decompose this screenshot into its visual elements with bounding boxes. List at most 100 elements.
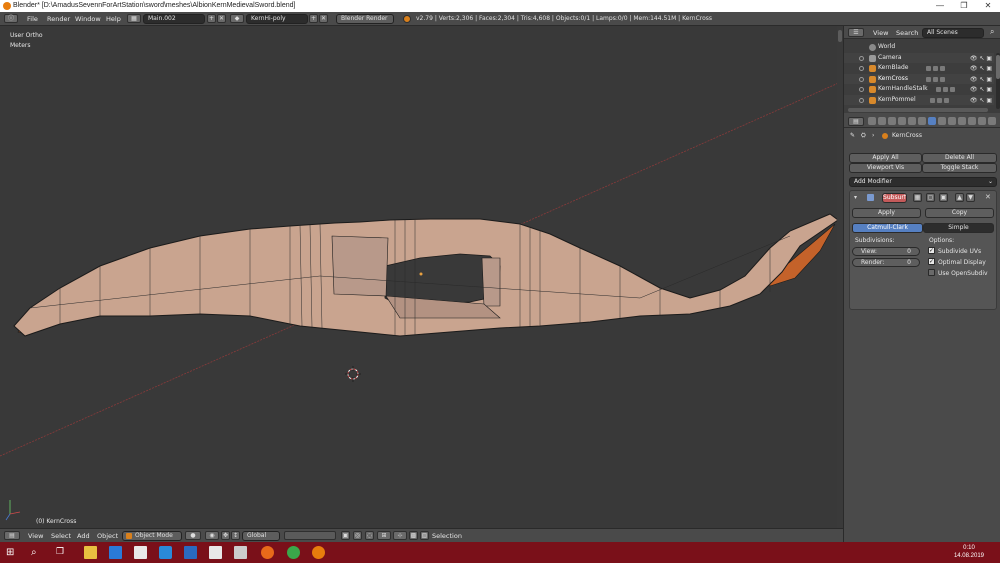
world-tab-icon[interactable] xyxy=(898,117,906,125)
modifier-name-field[interactable]: Subsurf xyxy=(882,193,907,203)
simple-toggle[interactable]: Simple xyxy=(923,223,994,233)
menu-view[interactable]: View xyxy=(28,532,43,540)
outliner-item-kerncross[interactable]: KernCross 👁 ↖ ▣ xyxy=(844,73,994,84)
constraints-tab-icon[interactable] xyxy=(918,117,926,125)
modifier-apply-button[interactable]: Apply xyxy=(852,208,921,218)
proportional-falloff-icon[interactable]: ◌ xyxy=(365,531,374,540)
search-icon[interactable]: ⌕ xyxy=(31,546,44,559)
delete-scene-icon[interactable]: ✕ xyxy=(319,14,328,23)
particles-tab-icon[interactable] xyxy=(968,117,976,125)
menu-render[interactable]: Render xyxy=(47,15,70,23)
task-view-icon[interactable]: ❐ xyxy=(56,546,69,559)
expand-icon[interactable] xyxy=(859,97,864,103)
outliner-display-mode-select[interactable]: All Scenes xyxy=(922,28,984,38)
outliner-item-camera[interactable]: Camera 👁 ↖ ▣ xyxy=(844,52,994,63)
snap-toggle-icon[interactable]: ⊞ xyxy=(377,531,391,540)
show-in-viewport-icon[interactable]: ▢ xyxy=(926,193,935,202)
delete-all-button[interactable]: Delete All xyxy=(922,153,997,163)
scene-field[interactable]: KernHi-poly xyxy=(246,14,308,24)
pin-icon[interactable]: ✎ xyxy=(850,129,855,143)
screen-layout-field[interactable]: Main.002 xyxy=(143,14,205,24)
viewport-canvas[interactable] xyxy=(0,26,843,528)
outliner-scrollbar[interactable] xyxy=(996,53,1000,109)
edge-icon[interactable] xyxy=(159,546,172,559)
menu-add[interactable]: Add xyxy=(77,532,90,540)
xbox-icon[interactable] xyxy=(287,546,300,559)
physics-tab-icon[interactable] xyxy=(978,117,986,125)
menu-select[interactable]: Select xyxy=(51,532,71,540)
subdivide-uvs-checkbox[interactable]: ✓ xyxy=(928,247,935,254)
outliner-scroll-thumb[interactable] xyxy=(996,55,1000,79)
outliner-horizontal-scrollbar[interactable] xyxy=(848,108,988,112)
viewport-vis-button[interactable]: Viewport Vis xyxy=(849,163,922,173)
expand-icon[interactable] xyxy=(859,76,864,82)
mode-select[interactable]: Object Mode xyxy=(122,531,182,541)
start-button[interactable]: ⊞ xyxy=(6,546,19,559)
outliner-search-icon[interactable]: ⌕ xyxy=(990,27,994,37)
menu-help[interactable]: Help xyxy=(106,15,121,23)
render-layers-tab-icon[interactable] xyxy=(878,117,886,125)
translate-icon[interactable]: ↕ xyxy=(231,531,240,540)
outliner-item-world[interactable]: World xyxy=(844,42,994,53)
blender-taskbar-icon[interactable] xyxy=(312,546,325,559)
outliner-editor-type-icon[interactable]: ☰ xyxy=(848,28,864,37)
editor-type-icon[interactable]: ⓘ xyxy=(4,14,18,23)
show-in-editmode-icon[interactable]: ▦ xyxy=(913,193,922,202)
layer-lock-icon[interactable]: ▣ xyxy=(341,531,350,540)
menu-file[interactable]: File xyxy=(27,15,38,23)
render-levels-field[interactable]: Render: 0 xyxy=(852,258,920,267)
opengl-anim-icon[interactable]: ▧ xyxy=(420,531,429,540)
visibility-toggles[interactable]: 👁 ↖ ▣ xyxy=(970,96,992,107)
file-explorer-icon[interactable] xyxy=(84,546,97,559)
data-tab-icon[interactable] xyxy=(938,117,946,125)
view-levels-field[interactable]: View: 0 xyxy=(852,247,920,256)
optimal-display-checkbox[interactable]: ✓ xyxy=(928,258,935,265)
pivot-point-icon[interactable]: ◉ xyxy=(205,531,219,540)
scene-icon[interactable]: ◆ xyxy=(230,14,244,23)
store-icon[interactable] xyxy=(134,546,147,559)
menu-object[interactable]: Object xyxy=(97,532,118,540)
outliner-menu-view[interactable]: View xyxy=(873,29,888,37)
outliner-menu-search[interactable]: Search xyxy=(896,29,918,37)
delete-layout-icon[interactable]: ✕ xyxy=(217,14,226,23)
expand-icon[interactable] xyxy=(859,87,864,92)
render-tab-icon[interactable] xyxy=(868,117,876,125)
show-in-render-icon[interactable]: ▣ xyxy=(939,193,948,202)
use-opensubdiv-checkbox[interactable] xyxy=(928,269,935,276)
calculator-icon[interactable] xyxy=(234,546,247,559)
render-engine-select[interactable]: Blender Render xyxy=(336,14,394,24)
outliner-item-kernhandlestalk[interactable]: KernHandleStalk 👁 ↖ ▣ xyxy=(844,84,994,95)
properties-editor-type-icon[interactable]: ▤ xyxy=(848,117,864,126)
material-tab-icon[interactable] xyxy=(948,117,956,125)
add-modifier-menu[interactable]: Add Modifier ⌄ xyxy=(849,177,997,187)
tool-shelf-toggle[interactable] xyxy=(838,30,842,42)
scene-props-tab-icon[interactable] xyxy=(988,117,996,125)
maximize-button[interactable]: ❐ xyxy=(952,0,976,12)
move-down-icon[interactable]: ▼ xyxy=(966,193,975,202)
modifier-copy-button[interactable]: Copy xyxy=(925,208,994,218)
mail-icon[interactable] xyxy=(184,546,197,559)
scene-tab-icon[interactable] xyxy=(888,117,896,125)
outliner-item-kernblade[interactable]: KernBlade 👁 ↖ ▣ xyxy=(844,63,994,74)
close-button[interactable]: ✕ xyxy=(976,0,1000,12)
move-up-icon[interactable]: ▲ xyxy=(955,193,964,202)
media-player-icon[interactable] xyxy=(109,546,122,559)
3d-viewport[interactable]: User Ortho Meters (0) KernCross xyxy=(0,26,843,528)
apply-all-button[interactable]: Apply All xyxy=(849,153,922,163)
expand-icon[interactable] xyxy=(859,66,864,71)
modifiers-tab-icon[interactable] xyxy=(928,117,936,125)
minimize-button[interactable]: — xyxy=(928,0,952,12)
catmull-clark-toggle[interactable]: Catmull-Clark xyxy=(852,223,923,233)
3d-cursor[interactable] xyxy=(345,366,361,382)
remove-modifier-icon[interactable]: ✕ xyxy=(985,193,991,201)
layers-grid[interactable] xyxy=(284,531,336,540)
expand-icon[interactable] xyxy=(859,55,864,61)
editor-type-icon[interactable]: ▤ xyxy=(4,531,20,540)
snap-element-icon[interactable]: ⊹ xyxy=(393,531,407,540)
outliner-item-kernpommel[interactable]: KernPommel 👁 ↖ ▣ xyxy=(844,94,994,107)
toggle-stack-button[interactable]: Toggle Stack xyxy=(922,163,997,173)
manipulator-toggle-icon[interactable]: ✥ xyxy=(221,531,230,540)
add-scene-icon[interactable]: + xyxy=(309,14,318,23)
menu-window[interactable]: Window xyxy=(75,15,101,23)
collapse-arrow-icon[interactable]: ▾ xyxy=(854,194,857,201)
